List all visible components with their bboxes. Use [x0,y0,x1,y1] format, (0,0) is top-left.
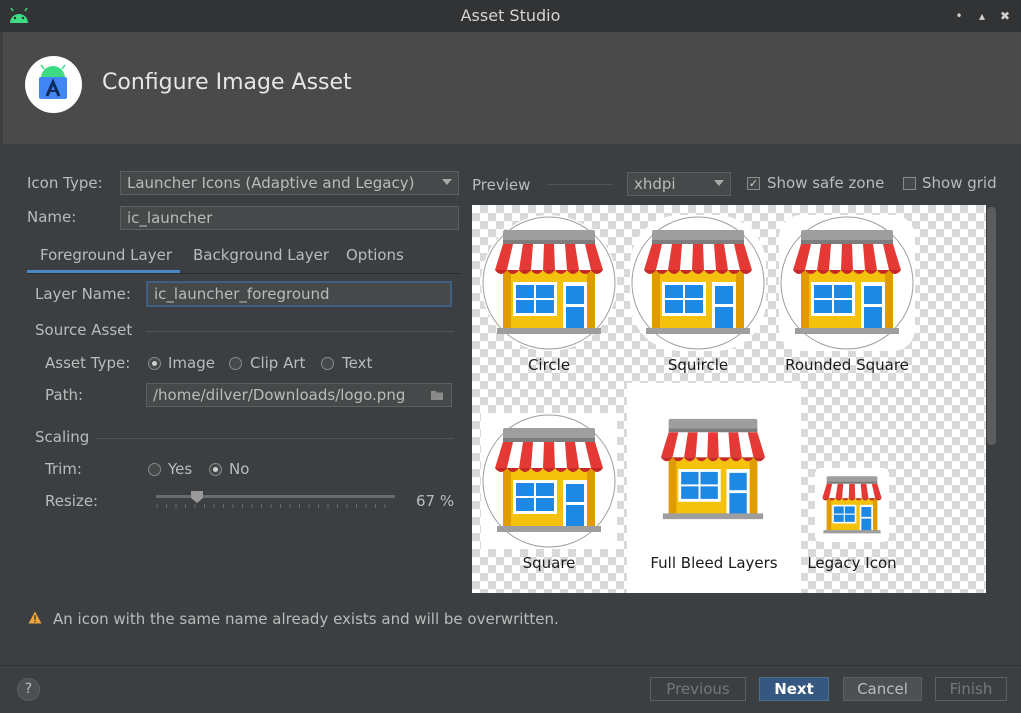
trim-no-radio[interactable] [209,463,222,476]
tab-divider [27,273,460,274]
minimize-button[interactable]: • [951,8,967,24]
legacy-icon-preview [815,468,889,542]
source-asset-divider [146,331,454,332]
tab-options[interactable]: Options [346,246,404,264]
window-title: Asset Studio [460,6,561,25]
tab-foreground-layer[interactable]: Foreground Layer [40,246,172,264]
warning-message: An icon with the same name already exist… [53,610,559,628]
cancel-button[interactable]: Cancel [843,677,922,701]
next-button[interactable]: Next [759,677,829,701]
warning-icon [28,611,42,624]
resize-slider-thumb[interactable] [190,490,204,504]
path-label: Path: [45,386,84,404]
help-button[interactable]: ? [17,678,40,701]
icon-caption-legacy: Legacy Icon [807,554,897,572]
density-value: xhdpi [634,175,676,193]
rounded-square-icon-preview [779,215,915,351]
preview-scrollbar[interactable] [987,207,996,445]
show-safe-zone-checkbox[interactable]: ✓ [747,177,760,190]
chevron-down-icon [714,180,724,186]
icon-caption-squircle: Squircle [667,356,729,374]
resize-value: 67 % [416,492,455,510]
folder-icon[interactable] [430,389,445,401]
tab-background-layer[interactable]: Background Layer [193,246,329,264]
android-studio-logo [25,56,82,113]
name-label: Name: [27,208,77,226]
icon-caption-full-bleed: Full Bleed Layers [650,554,778,572]
scaling-title: Scaling [35,428,90,446]
asset-type-image-radio[interactable] [148,357,161,370]
resize-slider-ticks [156,504,386,508]
icon-caption-square: Square [522,554,576,572]
source-asset-title: Source Asset [35,321,133,339]
preview-divider [547,184,613,185]
full-bleed-icon-preview [660,418,766,520]
resize-label: Resize: [45,492,99,510]
icon-type-value: Launcher Icons (Adaptive and Legacy) [127,174,415,192]
asset-type-clipart-label[interactable]: Clip Art [250,354,305,372]
show-grid-label[interactable]: Show grid [922,174,997,192]
trim-yes-label[interactable]: Yes [168,460,192,478]
finish-button[interactable]: Finish [935,677,1007,701]
previous-button[interactable]: Previous [650,677,746,701]
asset-studio-icon [39,64,67,99]
scaling-divider [97,438,454,439]
maximize-button[interactable]: ▴ [974,8,990,24]
android-icon [10,8,28,23]
trim-yes-radio[interactable] [148,463,161,476]
asset-type-text-label[interactable]: Text [342,354,372,372]
icon-caption-rounded-square: Rounded Square [785,356,909,374]
close-button[interactable]: ✖ [997,8,1013,24]
asset-type-label: Asset Type: [45,354,131,372]
layer-name-label: Layer Name: [35,285,131,303]
square-icon-preview [481,413,617,549]
icon-type-label: Icon Type: [27,174,103,192]
trim-no-label[interactable]: No [229,460,249,478]
title-bar: Asset Studio [0,0,1021,32]
trim-label: Trim: [45,460,82,478]
icon-caption-circle: Circle [527,356,571,374]
path-field[interactable]: /home/dilver/Downloads/logo.png [146,383,452,407]
asset-type-text-radio[interactable] [321,357,334,370]
asset-type-clipart-radio[interactable] [229,357,242,370]
chevron-down-icon [442,179,452,185]
layer-name-field[interactable]: ic_launcher_foreground [146,281,452,307]
show-safe-zone-label[interactable]: Show safe zone [767,174,884,192]
asset-type-image-label[interactable]: Image [168,354,215,372]
path-value: /home/dilver/Downloads/logo.png [153,386,406,404]
name-field[interactable]: ic_launcher [120,206,459,230]
density-dropdown[interactable]: xhdpi [627,172,731,196]
icon-type-dropdown[interactable]: Launcher Icons (Adaptive and Legacy) [120,171,459,195]
circle-icon-preview [481,215,617,351]
show-grid-checkbox[interactable] [903,177,916,190]
squircle-icon-preview [630,215,766,351]
preview-label: Preview [472,176,531,194]
dialog-title: Configure Image Asset [102,70,352,95]
